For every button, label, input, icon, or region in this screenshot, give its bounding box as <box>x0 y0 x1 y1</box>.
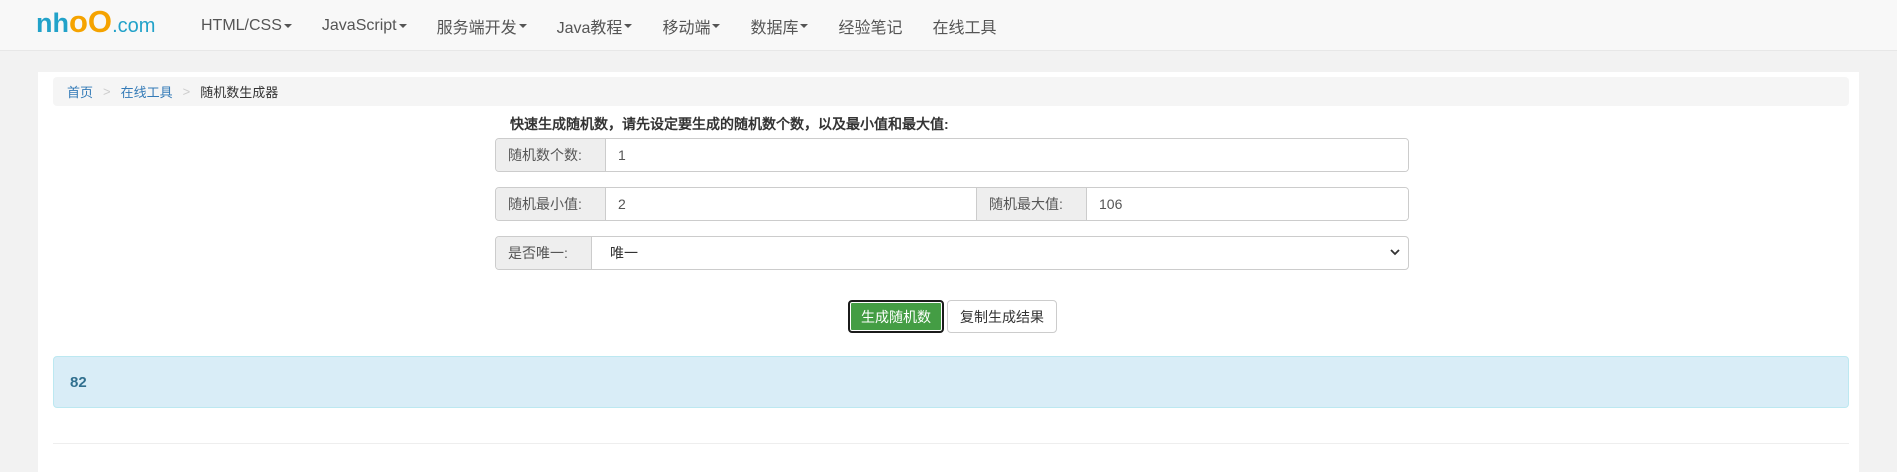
unique-label: 是否唯一: <box>496 237 592 269</box>
breadcrumb-separator: > <box>182 84 191 99</box>
form-intro-text: 快速生成随机数，请先设定要生成的随机数个数，以及最小值和最大值: <box>510 116 949 132</box>
nav-item-database[interactable]: 数据库 <box>735 14 823 38</box>
unique-select[interactable]: 唯一 <box>592 237 1408 269</box>
logo-text-com: .com <box>112 15 156 37</box>
divider <box>53 443 1849 444</box>
breadcrumb-current: 随机数生成器 <box>200 85 279 100</box>
breadcrumb: 首页 > 在线工具 > 随机数生成器 <box>53 77 1849 106</box>
unique-input-group: 是否唯一: 唯一 <box>495 236 1409 270</box>
nav-item-label: 在线工具 <box>932 19 997 37</box>
max-input[interactable] <box>1087 188 1408 220</box>
nav-item-label: HTML/CSS <box>201 16 282 34</box>
site-logo[interactable]: nh oO .com <box>36 4 155 48</box>
nav-item-server-dev[interactable]: 服务端开发 <box>422 14 542 38</box>
top-navbar: nh oO .com HTML/CSS JavaScript 服务端开发 Java教… <box>0 0 1897 51</box>
caret-down-icon <box>800 23 809 28</box>
breadcrumb-tools-link[interactable]: 在线工具 <box>121 82 173 101</box>
main-container: 首页 > 在线工具 > 随机数生成器 快速生成随机数，请先设定要生成的随机数个数… <box>38 72 1859 472</box>
copy-result-button[interactable]: 复制生成结果 <box>947 300 1057 333</box>
chevron-down-icon <box>1390 247 1400 260</box>
breadcrumb-separator: > <box>103 84 111 99</box>
caret-down-icon <box>283 23 292 28</box>
caret-down-icon <box>518 23 527 28</box>
count-input[interactable] <box>606 139 1408 171</box>
count-label: 随机数个数: <box>496 139 606 171</box>
nav-item-notes[interactable]: 经验笔记 <box>823 14 917 38</box>
nav-menu: HTML/CSS JavaScript 服务端开发 Java教程 移动端 数据库… <box>186 0 1012 51</box>
nav-item-online-tools[interactable]: 在线工具 <box>917 14 1011 38</box>
nav-item-label: Java教程 <box>556 19 623 37</box>
nav-item-label: 移动端 <box>662 19 711 37</box>
min-input[interactable] <box>606 188 976 220</box>
nav-item-javascript[interactable]: JavaScript <box>307 17 422 35</box>
logo-text-oo: oO <box>69 4 113 39</box>
result-value: 82 <box>70 373 87 391</box>
caret-down-icon <box>624 23 633 28</box>
nav-item-mobile[interactable]: 移动端 <box>647 14 735 38</box>
caret-down-icon <box>712 23 721 28</box>
nav-item-java[interactable]: Java教程 <box>542 14 648 38</box>
nav-item-html-css[interactable]: HTML/CSS <box>186 17 307 35</box>
breadcrumb-home-link[interactable]: 首页 <box>67 82 93 101</box>
nav-item-label: 经验笔记 <box>838 19 903 37</box>
logo-text-nh: nh <box>36 8 69 38</box>
max-label: 随机最大值: <box>976 188 1087 220</box>
nav-item-label: 数据库 <box>750 19 799 37</box>
nav-item-label: JavaScript <box>321 16 397 34</box>
unique-select-value: 唯一 <box>610 245 638 261</box>
min-label: 随机最小值: <box>496 188 606 220</box>
generate-button[interactable]: 生成随机数 <box>848 300 944 333</box>
count-input-group: 随机数个数: <box>495 138 1409 172</box>
min-max-input-group: 随机最小值: 随机最大值: <box>495 187 1409 221</box>
nav-item-label: 服务端开发 <box>436 19 517 37</box>
caret-down-icon <box>398 23 407 28</box>
result-panel: 82 <box>53 356 1849 408</box>
